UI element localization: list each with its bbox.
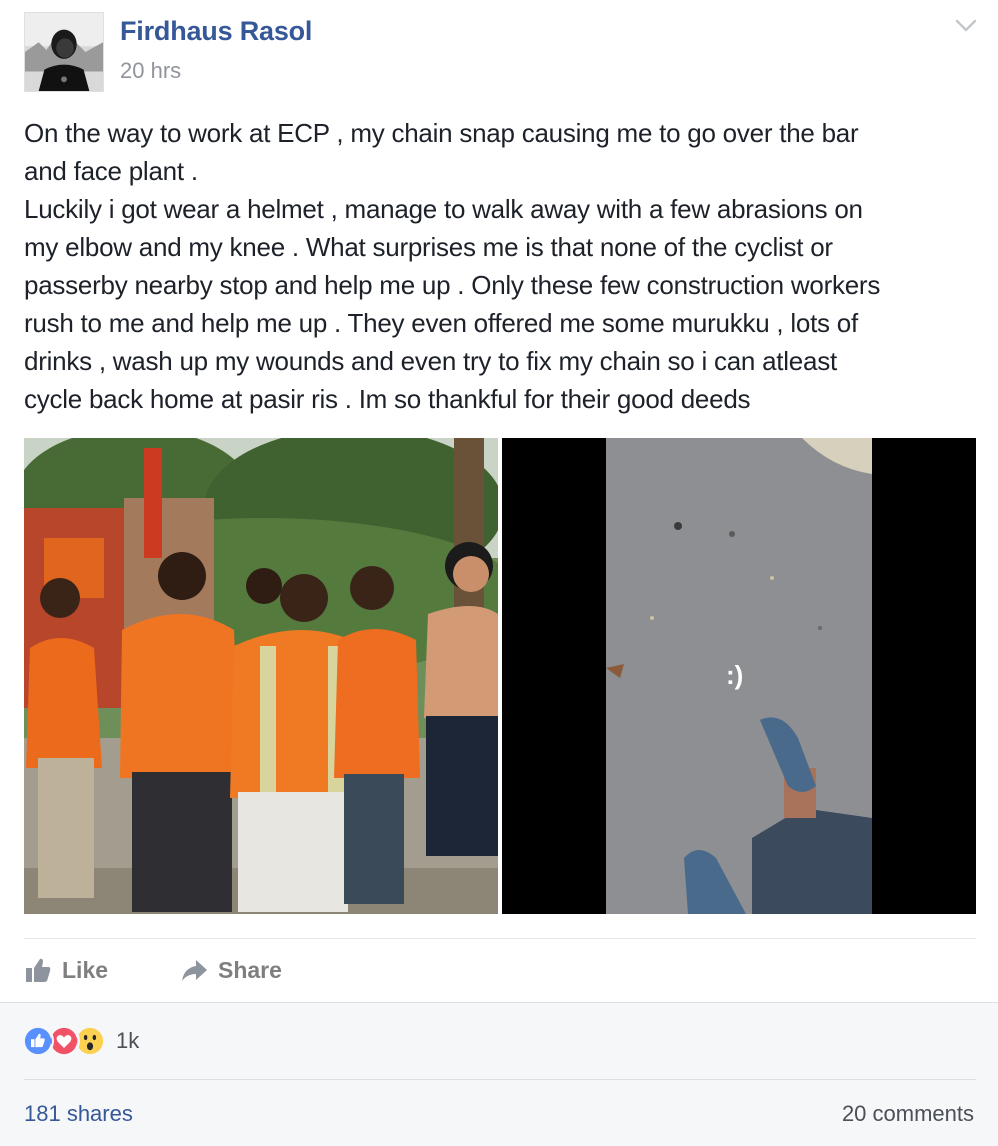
thumbs-up-icon [24, 956, 52, 984]
post-text-line: On the way to work at ECP , my chain sna… [24, 118, 859, 148]
photo-road[interactable]: :) [502, 438, 976, 914]
photo-caption: :) [726, 660, 744, 690]
author-name[interactable]: Firdhaus Rasol [120, 16, 312, 47]
post-text-line: cycle back home at pasir ris . Im so tha… [24, 384, 751, 414]
author-avatar[interactable] [24, 12, 104, 92]
share-arrow-icon [180, 956, 208, 984]
post-timestamp[interactable]: 20 hrs [120, 58, 181, 84]
reaction-count: 1k [116, 1028, 140, 1053]
post-text-line: passerby nearby stop and help me up . On… [24, 270, 881, 300]
post-card: Firdhaus Rasol 20 hrs On the way to work… [0, 0, 998, 1002]
post-text-line: Luckily i got wear a helmet , manage to … [24, 194, 863, 224]
post-text: On the way to work at ECP , my chain sna… [24, 114, 979, 418]
like-button[interactable]: Like [24, 952, 108, 988]
footer-divider [24, 1079, 976, 1080]
comments-count-link[interactable]: 20 comments [842, 1101, 974, 1127]
share-button[interactable]: Share [180, 952, 282, 988]
reactions-summary[interactable]: 1k [22, 1021, 139, 1061]
avatar-image [25, 13, 103, 91]
post-footer: 1k 181 shares 20 comments [0, 1002, 998, 1146]
post-text-line: rush to me and help me up . They even of… [24, 308, 858, 338]
actions-divider [24, 938, 976, 939]
like-label: Like [62, 956, 109, 983]
like-reaction-icon [22, 1025, 54, 1057]
share-label: Share [218, 956, 282, 983]
chevron-down-icon[interactable] [952, 14, 980, 38]
post-text-line: my elbow and my knee . What surprises me… [24, 232, 833, 262]
shares-count-link[interactable]: 181 shares [24, 1101, 133, 1127]
post-text-line: and face plant . [24, 156, 198, 186]
post-text-line: drinks , wash up my wounds and even try … [24, 346, 837, 376]
photo-workers[interactable] [24, 438, 498, 914]
